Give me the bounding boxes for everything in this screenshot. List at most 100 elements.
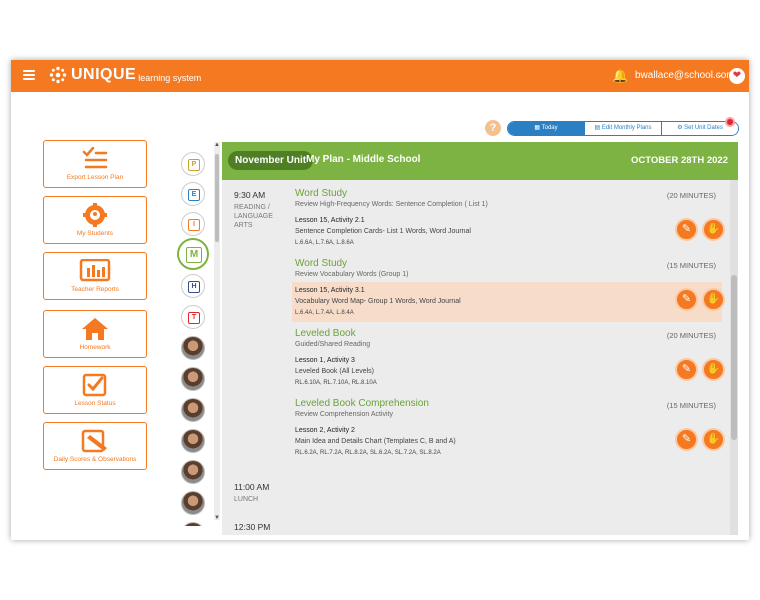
scroll-up-icon[interactable]: ▲ (214, 142, 220, 148)
plan-panel: November Unit My Plan - Middle School OC… (222, 142, 738, 535)
block-subject: LUNCH (234, 496, 259, 503)
top-bar: UNIQUE learning system 🔔 bwallace@school… (11, 60, 749, 92)
activity-subtitle: Review Comprehension Activity (295, 411, 394, 418)
teacher-reports-label: Teacher Reports (71, 286, 119, 293)
daily-scores-label: Daily Scores & Observations (53, 456, 137, 463)
logo-subtitle: learning system (138, 72, 202, 83)
lesson-title: Lesson 1, Activity 3 (295, 357, 355, 364)
tab-today-label: Today (541, 125, 558, 131)
lesson-plan-icon[interactable]: ✎ (675, 428, 698, 451)
scroll-thumb[interactable] (215, 154, 219, 242)
lesson-description: Vocabulary Word Map- Group 1 Words, Word… (295, 298, 461, 305)
activity-title[interactable]: Leveled Book Comprehension (295, 398, 429, 409)
lesson-box[interactable]: Lesson 15, Activity 2.1 Sentence Complet… (292, 212, 722, 252)
level-letter: P (188, 159, 200, 171)
student-avatar[interactable] (181, 398, 205, 422)
export-lesson-plan-button[interactable]: Export Lesson Plan (43, 140, 147, 188)
student-scrollbar[interactable] (214, 142, 220, 520)
logo-word: UNIQUE (71, 66, 137, 83)
activity-minutes: (15 MINUTES) (666, 261, 716, 270)
student-avatar[interactable] (181, 522, 205, 526)
student-avatar[interactable] (181, 367, 205, 391)
level-letter: H (188, 281, 200, 293)
level-intermediate-icon[interactable]: I (181, 212, 205, 236)
level-letter: M (186, 247, 202, 263)
student-avatar[interactable] (181, 460, 205, 484)
lesson-standards: L.6.4A, L.7.4A, L.8.4A (295, 310, 354, 316)
heart-icon[interactable]: ❤ (729, 68, 745, 84)
plan-header: November Unit My Plan - Middle School OC… (222, 142, 738, 180)
lesson-box[interactable]: Lesson 1, Activity 3 Leveled Book (All L… (292, 352, 722, 392)
chevron-down-icon[interactable]: ⌄ (716, 69, 724, 80)
tab-set-unit-dates-label: Set Unit Dates (684, 125, 723, 131)
teacher-reports-button[interactable]: Teacher Reports (43, 252, 147, 300)
activity-subtitle: Review Vocabulary Words (Group 1) (295, 271, 409, 278)
menu-icon[interactable] (23, 70, 35, 80)
tab-edit-monthly-plans[interactable]: ▤ Edit Monthly Plans (584, 122, 661, 135)
scroll-thumb[interactable] (731, 275, 737, 440)
hand-touch-icon[interactable]: ✋ (702, 218, 725, 241)
lesson-plan-icon[interactable]: ✎ (675, 218, 698, 241)
hand-touch-icon[interactable]: ✋ (702, 288, 725, 311)
activity-title[interactable]: Word Study (295, 188, 347, 199)
plan-date: OCTOBER 28TH 2022 (631, 155, 728, 166)
lesson-standards: L.6.6A, L.7.6A, L.8.6A (295, 240, 354, 246)
daily-scores-button[interactable]: Daily Scores & Observations (43, 422, 147, 470)
logo[interactable]: UNIQUE learning system (49, 66, 201, 84)
bar-chart-icon (79, 259, 111, 282)
lesson-status-button[interactable]: Lesson Status (43, 366, 147, 414)
activity-title[interactable]: Leveled Book (295, 328, 356, 339)
hand-touch-icon[interactable]: ✋ (702, 428, 725, 451)
lesson-title: Lesson 2, Activity 2 (295, 427, 355, 434)
notification-dot (725, 117, 735, 127)
lesson-plan-icon[interactable]: ✎ (675, 288, 698, 311)
bell-icon[interactable]: 🔔 (612, 68, 628, 84)
activity-subtitle: Review High-Frequency Words: Sentence Co… (295, 201, 488, 208)
lesson-description: Leveled Book (All Levels) (295, 368, 374, 375)
activity-title[interactable]: Word Study (295, 258, 347, 269)
level-elementary-icon[interactable]: E (181, 182, 205, 206)
lesson-box-highlighted[interactable]: Lesson 15, Activity 3.1 Vocabulary Word … (292, 282, 722, 322)
student-avatar[interactable] (181, 336, 205, 360)
lesson-standards: RL.6.10A, RL.7.10A, RL.8.10A (295, 380, 377, 386)
student-avatar[interactable] (181, 491, 205, 515)
clipboard-pencil-icon (81, 429, 107, 453)
level-high-icon[interactable]: H (181, 274, 205, 298)
students-gear-icon (83, 203, 107, 227)
level-transition-icon[interactable]: T (181, 305, 205, 329)
block-time: 9:30 AM (234, 190, 266, 200)
export-lesson-plan-label: Export Lesson Plan (66, 174, 124, 181)
block-subject: READING / LANGUAGE ARTS (234, 204, 273, 229)
student-avatar[interactable] (181, 429, 205, 453)
activity-minutes: (20 MINUTES) (666, 191, 716, 200)
tab-today[interactable]: ▦ Today (508, 122, 584, 135)
lesson-description: Main Idea and Details Chart (Templates C… (295, 438, 456, 445)
scroll-down-icon[interactable]: ▼ (214, 515, 220, 521)
level-letter: T (188, 312, 200, 324)
hand-touch-icon[interactable]: ✋ (702, 358, 725, 381)
block-time: 11:00 AM (234, 482, 270, 492)
lesson-title: Lesson 15, Activity 2.1 (295, 217, 365, 224)
lesson-status-label: Lesson Status (74, 400, 116, 407)
student-column: P E I M H T (175, 148, 211, 526)
my-students-button[interactable]: My Students (43, 196, 147, 244)
homework-button[interactable]: Homework (43, 310, 147, 358)
checkbox-icon (82, 373, 107, 397)
lesson-plan-icon[interactable]: ✎ (675, 358, 698, 381)
activity-minutes: (20 MINUTES) (666, 331, 716, 340)
level-middle-icon[interactable]: M (177, 238, 209, 270)
block-time: 12:30 PM (234, 522, 271, 532)
unit-badge[interactable]: November Unit (228, 151, 314, 170)
level-primary-icon[interactable]: P (181, 152, 205, 176)
help-icon[interactable]: ? (485, 120, 501, 136)
homework-label: Homework (79, 344, 111, 351)
tab-edit-monthly-plans-label: Edit Monthly Plans (601, 125, 652, 131)
activity-minutes: (15 MINUTES) (666, 401, 716, 410)
plan-scrollbar[interactable] (730, 180, 738, 535)
logo-mark-icon (49, 66, 67, 84)
lesson-title: Lesson 15, Activity 3.1 (295, 287, 365, 294)
lesson-description: Sentence Completion Cards- List 1 Words,… (295, 228, 471, 235)
lesson-box[interactable]: Lesson 2, Activity 2 Main Idea and Detai… (292, 422, 722, 462)
app-window: UNIQUE learning system 🔔 bwallace@school… (11, 60, 749, 540)
house-icon (82, 318, 108, 340)
